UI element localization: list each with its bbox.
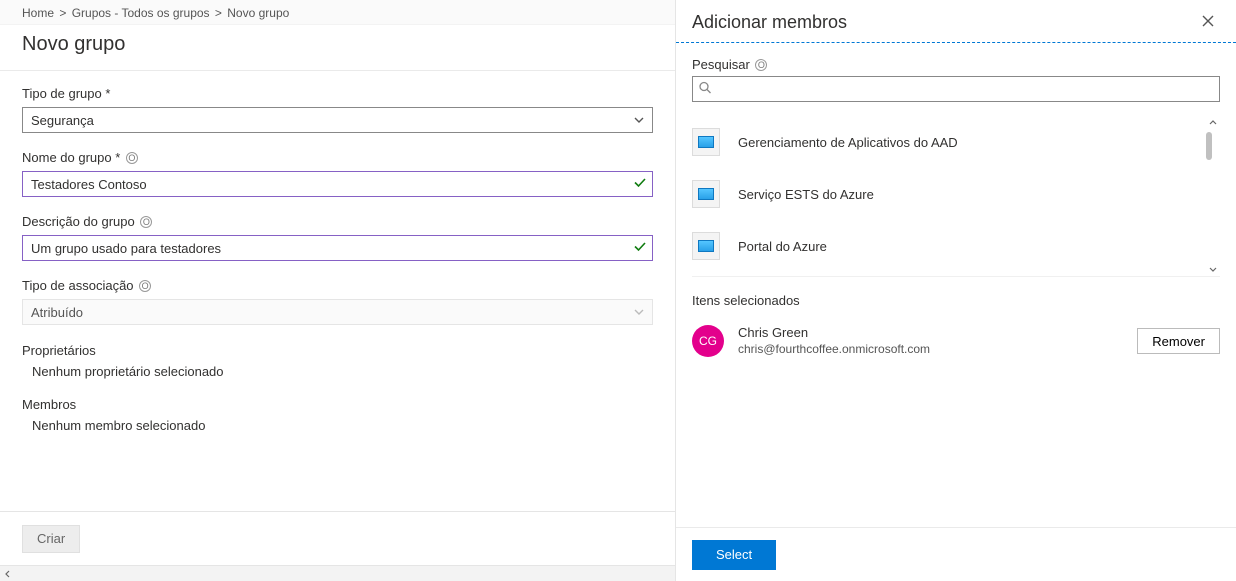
panel-title: Adicionar membros: [692, 12, 1196, 33]
result-row[interactable]: Gerenciamento de Aplicativos do AAD: [692, 116, 1206, 168]
main-pane: Home > Grupos - Todos os grupos > Novo g…: [0, 0, 676, 581]
breadcrumb-sep: >: [59, 6, 69, 20]
scroll-up-icon[interactable]: [1206, 116, 1220, 130]
breadcrumb-sep: >: [215, 6, 225, 20]
panel-footer: Select: [676, 527, 1236, 581]
scroll-down-icon[interactable]: [1206, 262, 1220, 276]
close-icon: [1201, 14, 1215, 31]
member-info: Chris Green chris@fourthcoffee.onmicroso…: [738, 325, 1137, 357]
member-email: chris@fourthcoffee.onmicrosoft.com: [738, 341, 1137, 357]
member-name: Chris Green: [738, 325, 1137, 341]
result-row[interactable]: Serviço ESTS do Azure: [692, 168, 1206, 220]
group-name-label: Nome do grupo * O: [22, 149, 653, 167]
vertical-scrollbar[interactable]: [1206, 116, 1220, 276]
membership-type-select[interactable]: [22, 299, 653, 325]
breadcrumb-groups[interactable]: Grupos - Todos os grupos: [72, 6, 210, 20]
bottom-bar: Criar: [0, 511, 675, 565]
results-box: Gerenciamento de Aplicativos do AAD Serv…: [692, 116, 1220, 277]
app-icon: [692, 232, 720, 260]
select-button[interactable]: Select: [692, 540, 776, 570]
group-desc-label-text: Descrição do grupo: [22, 214, 135, 229]
breadcrumb-current: Novo grupo: [227, 6, 289, 20]
owners-empty[interactable]: Nenhum proprietário selecionado: [22, 364, 653, 379]
search-icon: [698, 81, 712, 98]
horizontal-scrollbar[interactable]: [0, 565, 675, 581]
avatar: CG: [692, 325, 724, 357]
group-type-select[interactable]: [22, 107, 653, 133]
owners-header: Proprietários: [22, 343, 653, 358]
membership-type-label-text: Tipo de associação: [22, 278, 134, 293]
breadcrumb-home[interactable]: Home: [22, 6, 54, 20]
add-members-panel: Adicionar membros Pesquisar O: [676, 0, 1236, 581]
group-desc-label: Descrição do grupo O: [22, 213, 653, 231]
group-name-input[interactable]: [22, 171, 653, 197]
group-type-label: Tipo de grupo *: [22, 85, 653, 103]
result-row[interactable]: Portal do Azure: [692, 220, 1206, 272]
membership-type-label: Tipo de associação O: [22, 277, 653, 295]
scroll-thumb[interactable]: [1206, 132, 1212, 160]
info-icon[interactable]: O: [139, 280, 151, 292]
selected-header: Itens selecionados: [692, 293, 1220, 308]
group-type-label-text: Tipo de grupo: [22, 86, 102, 101]
required-mark: *: [115, 150, 120, 165]
members-header: Membros: [22, 397, 653, 412]
info-icon[interactable]: O: [755, 59, 767, 71]
create-button[interactable]: Criar: [22, 525, 80, 553]
group-desc-input[interactable]: [22, 235, 653, 261]
group-name-label-text: Nome do grupo: [22, 150, 112, 165]
search-label: Pesquisar O: [692, 57, 1220, 72]
result-label: Gerenciamento de Aplicativos do AAD: [738, 135, 958, 150]
selected-row: CG Chris Green chris@fourthcoffee.onmicr…: [692, 318, 1220, 364]
search-label-text: Pesquisar: [692, 57, 750, 72]
members-empty[interactable]: Nenhum membro selecionado: [22, 418, 653, 433]
info-icon[interactable]: O: [140, 216, 152, 228]
app-icon: [692, 128, 720, 156]
app-icon: [692, 180, 720, 208]
search-input[interactable]: [692, 76, 1220, 102]
required-mark: *: [105, 86, 110, 101]
close-button[interactable]: [1196, 10, 1220, 34]
divider: [0, 70, 675, 71]
remove-button[interactable]: Remover: [1137, 328, 1220, 354]
info-icon[interactable]: O: [126, 152, 138, 164]
page-title: Novo grupo: [0, 25, 675, 70]
result-label: Portal do Azure: [738, 239, 827, 254]
results-list: Gerenciamento de Aplicativos do AAD Serv…: [692, 116, 1220, 272]
scroll-left-icon[interactable]: [0, 567, 16, 581]
result-label: Serviço ESTS do Azure: [738, 187, 874, 202]
dotted-separator: [676, 42, 1236, 43]
breadcrumb: Home > Grupos - Todos os grupos > Novo g…: [0, 0, 675, 25]
